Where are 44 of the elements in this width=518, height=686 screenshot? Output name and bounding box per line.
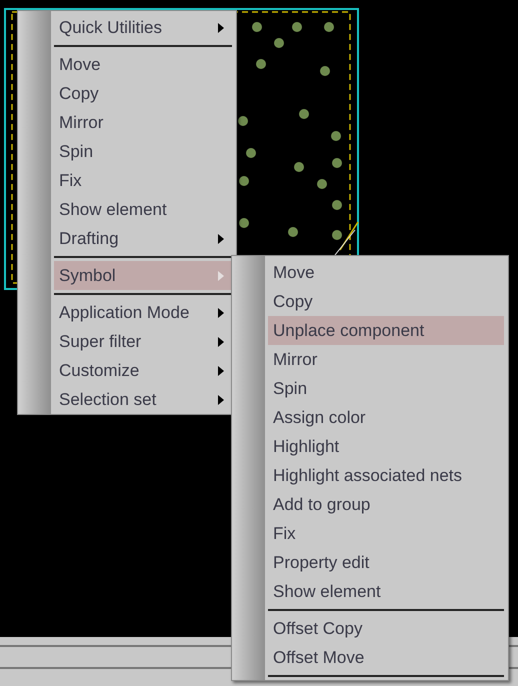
menu-item[interactable]: Offset Copy bbox=[268, 614, 504, 643]
menu-item[interactable]: Show element bbox=[54, 195, 232, 224]
menu-item[interactable]: Move bbox=[54, 50, 232, 79]
pad bbox=[320, 66, 330, 76]
menu-item[interactable]: Add to group bbox=[268, 490, 504, 519]
menu-item[interactable]: Copy bbox=[54, 79, 232, 108]
menu-item[interactable]: Super filter bbox=[54, 327, 232, 356]
pad bbox=[332, 230, 342, 240]
pad bbox=[252, 22, 262, 32]
pad bbox=[239, 176, 249, 186]
menu-item[interactable]: Application Mode bbox=[54, 298, 232, 327]
menu-item[interactable]: Drafting bbox=[54, 224, 232, 253]
menu-item[interactable]: Property edit bbox=[268, 548, 504, 577]
menu-item[interactable]: Highlight bbox=[268, 432, 504, 461]
menu-item[interactable]: Spin bbox=[54, 137, 232, 166]
menu-item[interactable]: Show element bbox=[268, 577, 504, 606]
menu-item[interactable]: Selection set bbox=[54, 385, 232, 414]
pad bbox=[256, 59, 266, 69]
pad bbox=[294, 162, 304, 172]
menu-item[interactable]: Fix bbox=[54, 166, 232, 195]
menu-item[interactable]: Mirror bbox=[268, 345, 504, 374]
pad bbox=[288, 227, 298, 237]
menu-item[interactable]: Offset Move bbox=[268, 643, 504, 672]
trace bbox=[334, 222, 359, 256]
pad bbox=[246, 148, 256, 158]
menu-item[interactable]: Fix bbox=[268, 519, 504, 548]
menu-item[interactable]: Quick Utilities bbox=[54, 13, 232, 42]
menu-item[interactable]: Mirror bbox=[54, 108, 232, 137]
pad bbox=[239, 218, 249, 228]
menu-item[interactable]: Unplace component bbox=[268, 316, 504, 345]
menu-item[interactable]: Assign color bbox=[268, 403, 504, 432]
menu-item[interactable]: Move bbox=[268, 258, 504, 287]
menu-item[interactable]: Spin bbox=[268, 374, 504, 403]
menu-item[interactable]: Customize bbox=[54, 356, 232, 385]
pad bbox=[324, 22, 334, 32]
pad bbox=[299, 109, 309, 119]
pad bbox=[317, 179, 327, 189]
pad bbox=[332, 158, 342, 168]
menu-item[interactable]: Symbol bbox=[54, 261, 232, 290]
pad bbox=[331, 131, 341, 141]
pad bbox=[332, 200, 342, 210]
pad bbox=[238, 116, 248, 126]
menu-item[interactable]: Copy bbox=[268, 287, 504, 316]
menu-item[interactable]: Highlight associated nets bbox=[268, 461, 504, 490]
